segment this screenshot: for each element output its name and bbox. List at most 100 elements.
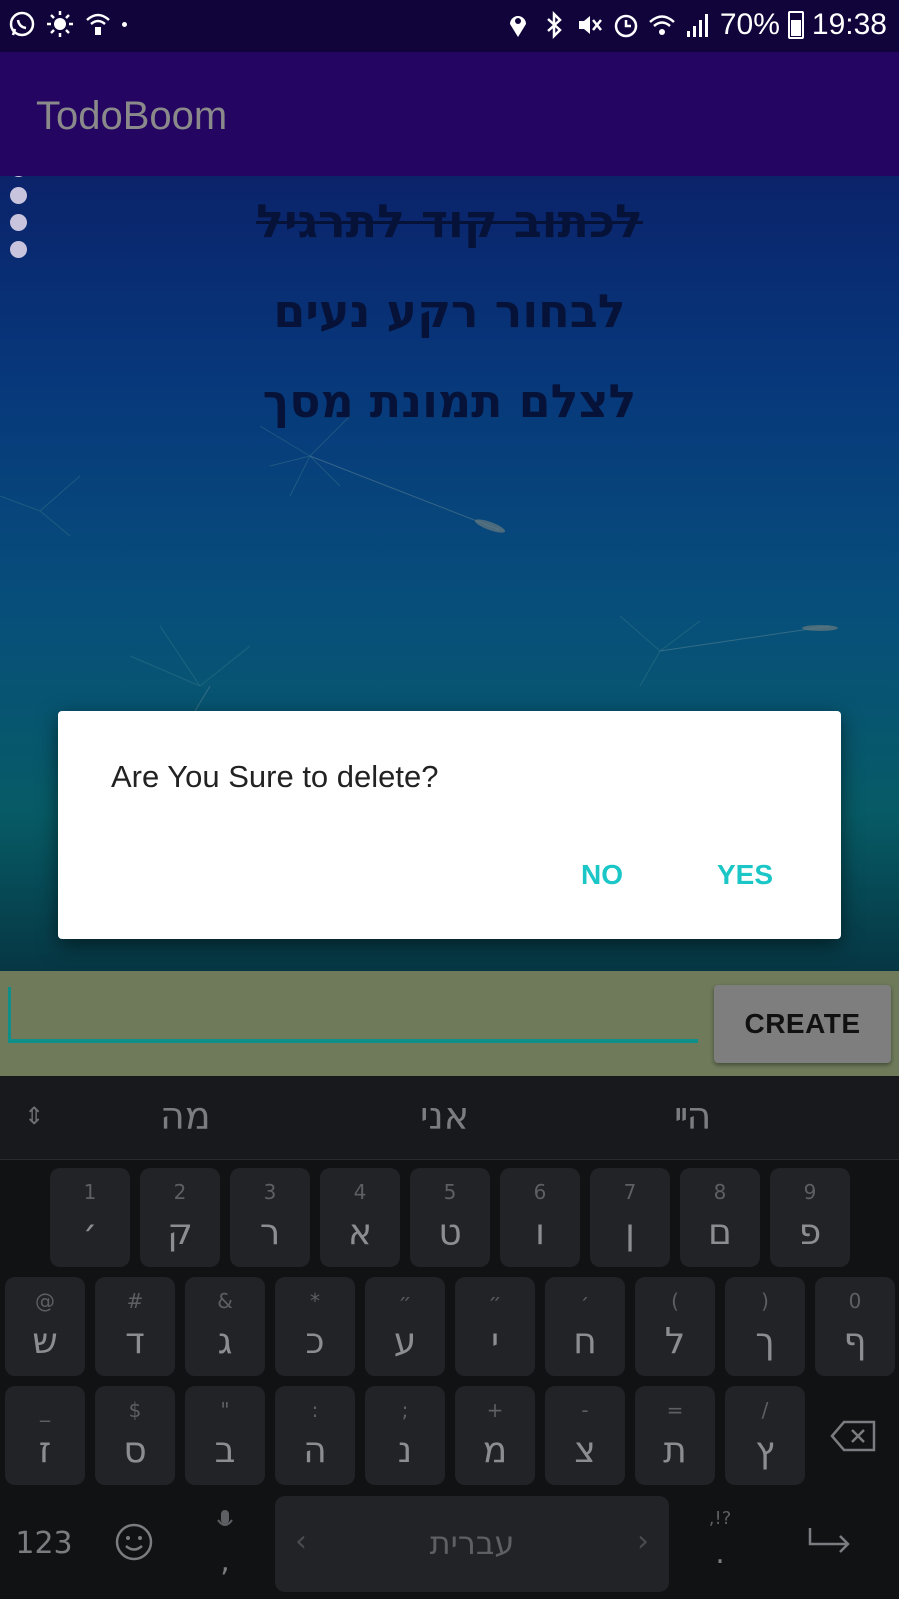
key-row3-6[interactable]: -צ: [545, 1386, 625, 1485]
key-secondary-label: *: [310, 1289, 320, 1313]
key-secondary-label: @: [35, 1289, 55, 1313]
key-label: פ: [798, 1212, 822, 1253]
key-secondary-label: ״: [398, 1289, 412, 1313]
expand-suggestions-icon[interactable]: ⇕: [24, 1102, 44, 1130]
key-row3-8[interactable]: / ץ: [725, 1386, 805, 1485]
yes-button[interactable]: YES: [717, 859, 773, 891]
key-label: ׳: [82, 1212, 98, 1253]
todo-text-input[interactable]: [8, 987, 698, 1043]
brightness-icon: [47, 11, 73, 37]
todo-item[interactable]: לצלם תמונת מסך: [0, 356, 899, 446]
key-secondary-label: $: [128, 1398, 142, 1422]
key-secondary-label: ): [761, 1289, 769, 1313]
key-secondary-label: 6: [533, 1180, 547, 1204]
key-row2-9[interactable]: 0ף: [815, 1277, 895, 1376]
key-label: ח: [573, 1321, 597, 1362]
key-label: צ: [574, 1430, 596, 1471]
suggestion-2[interactable]: אני: [420, 1094, 469, 1138]
key-secondary-label: 4: [353, 1180, 367, 1204]
key-row2-6[interactable]: ׳ ח: [545, 1277, 625, 1376]
key-label: ז: [38, 1430, 52, 1471]
key-row1-0[interactable]: 1 ׳: [50, 1168, 130, 1267]
key-label: ט: [438, 1212, 462, 1253]
key-secondary-label: (: [671, 1289, 679, 1313]
battery-percent: 70%: [719, 8, 780, 41]
emoji-icon[interactable]: [114, 1522, 154, 1562]
space-key[interactable]: ‹ עברית ›: [275, 1496, 669, 1592]
space-label: עברית: [429, 1524, 515, 1562]
todo-list: לכתוב קוד לתרגיל לבחור רקע נעים לצלם תמונת…: [0, 176, 899, 446]
key-row2-8[interactable]: ) ך: [725, 1277, 805, 1376]
todo-item[interactable]: לכתוב קוד לתרגיל: [0, 176, 899, 266]
key-label: י: [490, 1321, 500, 1362]
key-label: ץ: [755, 1430, 775, 1471]
key-row2-1[interactable]: # ד: [95, 1277, 175, 1376]
app-bar: TodoBoom: [0, 52, 899, 176]
key-row2-0[interactable]: @ ש: [5, 1277, 85, 1376]
key-label: ך: [755, 1321, 775, 1362]
key-row1-2[interactable]: 3ר: [230, 1168, 310, 1267]
key-row1-4[interactable]: 5ט: [410, 1168, 490, 1267]
key-secondary-label: 2: [173, 1180, 187, 1204]
key-label: מ: [482, 1430, 508, 1471]
suggestion-1[interactable]: הײ: [674, 1094, 711, 1138]
key-row2-7[interactable]: (ל: [635, 1277, 715, 1376]
key-row3-1[interactable]: $ ס: [95, 1386, 175, 1485]
key-row1-5[interactable]: 6ו: [500, 1168, 580, 1267]
key-label: כ: [305, 1321, 325, 1362]
punctuation-hint: ,!?: [708, 1508, 732, 1529]
key-row2-5[interactable]: ״ י: [455, 1277, 535, 1376]
key-label: ף: [843, 1321, 867, 1362]
key-row1-6[interactable]: 7ן: [590, 1168, 670, 1267]
key-row3-2[interactable]: " ב: [185, 1386, 265, 1485]
key-secondary-label: -: [581, 1398, 589, 1422]
key-row3-5[interactable]: + מ: [455, 1386, 535, 1485]
battery-icon: [787, 11, 804, 39]
key-secondary-label: &: [217, 1289, 233, 1313]
key-row3-0[interactable]: _ ז: [5, 1386, 85, 1485]
key-row3-3[interactable]: :ה: [275, 1386, 355, 1485]
key-row3-4[interactable]: ; נ: [365, 1386, 445, 1485]
key-row2-3[interactable]: * כ: [275, 1277, 355, 1376]
key-label: נ: [397, 1430, 413, 1471]
key-label: ק: [167, 1212, 193, 1253]
enter-icon[interactable]: [806, 1524, 854, 1560]
backspace-icon[interactable]: [830, 1418, 878, 1454]
numbers-key[interactable]: 123: [14, 1526, 74, 1561]
key-row1-1[interactable]: 2ק: [140, 1168, 220, 1267]
status-bar: 70% 19:38: [0, 0, 899, 52]
suggestion-3[interactable]: מה: [160, 1094, 211, 1138]
period-key[interactable]: .: [710, 1536, 730, 1571]
key-label: ר: [259, 1212, 281, 1253]
key-secondary-label: +: [486, 1398, 504, 1422]
no-button[interactable]: NO: [581, 859, 623, 891]
key-row1-3[interactable]: 4א: [320, 1168, 400, 1267]
key-row1-8[interactable]: 9פ: [770, 1168, 850, 1267]
key-row2-4[interactable]: ״ ע: [365, 1277, 445, 1376]
key-secondary-label: ״: [488, 1289, 502, 1313]
key-label: ו: [535, 1212, 545, 1253]
key-secondary-label: =: [666, 1398, 684, 1422]
wifi-icon: [649, 15, 675, 35]
todo-item[interactable]: לבחור רקע נעים: [0, 266, 899, 356]
key-secondary-label: ": [220, 1398, 230, 1422]
key-secondary-label: ׳: [580, 1289, 590, 1313]
key-secondary-label: 0: [848, 1289, 862, 1313]
microphone-icon[interactable]: [214, 1508, 236, 1538]
suggestion-bar: ⇕ הײ אני מה: [0, 1076, 899, 1160]
language-next-icon: ›: [637, 1524, 649, 1559]
key-secondary-label: _: [40, 1398, 50, 1422]
key-row2-2[interactable]: & ג: [185, 1277, 265, 1376]
comma-key[interactable]: ,: [212, 1544, 238, 1579]
create-button[interactable]: CREATE: [714, 985, 891, 1063]
key-row3-7[interactable]: = ת: [635, 1386, 715, 1485]
confirm-delete-dialog: Are You Sure to delete? NO YES: [58, 711, 841, 939]
key-secondary-label: 5: [443, 1180, 457, 1204]
key-secondary-label: ;: [401, 1398, 409, 1422]
input-bar: CREATE: [0, 971, 899, 1076]
key-row1-7[interactable]: 8ם: [680, 1168, 760, 1267]
clock: 19:38: [811, 8, 887, 41]
key-secondary-label: :: [311, 1398, 319, 1422]
key-secondary-label: 7: [623, 1180, 637, 1204]
key-secondary-label: /: [761, 1398, 769, 1422]
